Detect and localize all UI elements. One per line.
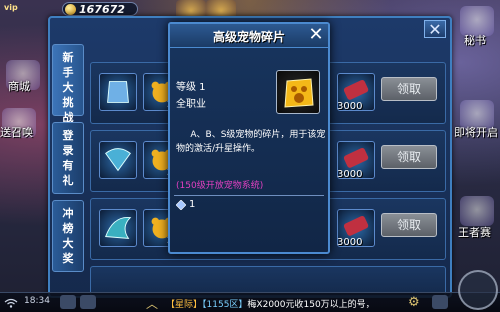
crystal-icon bbox=[176, 200, 186, 210]
bottom-hud: 18:34 ︿ 【星际】【1155区】梅X2000元收150万以上的号， ⚙ bbox=[0, 292, 500, 312]
chat-channel: 【星际】 bbox=[166, 300, 203, 310]
item-count: 3000 bbox=[337, 169, 363, 180]
item-level: 等级 1 bbox=[176, 82, 206, 93]
tab-label: 新手大挑战 bbox=[62, 51, 74, 124]
popup-title: 高级宠物碎片 bbox=[212, 30, 285, 44]
clock: 18:34 bbox=[24, 296, 50, 306]
fan-icon bbox=[105, 148, 131, 172]
item-detail-popup: 高级宠物碎片 ✕ 等级 1 全职业 A、B、S级宠物的碎片，用于该宠物的激活/升… bbox=[168, 22, 330, 254]
king-match-icon[interactable] bbox=[460, 196, 494, 226]
gear-icon[interactable]: ⚙ bbox=[408, 295, 420, 310]
chat-server: 【1155区】 bbox=[202, 300, 248, 310]
tab-newbie-challenge[interactable]: 新手大挑战 bbox=[52, 44, 84, 124]
joystick[interactable] bbox=[458, 270, 498, 310]
reward-item[interactable] bbox=[99, 209, 137, 247]
claim-button[interactable]: 领取 bbox=[381, 145, 437, 169]
crystal-count: 1 bbox=[189, 199, 196, 210]
item-icon-frame bbox=[276, 70, 320, 114]
item-unlock-note: (150级开放宠物系统) bbox=[176, 181, 264, 191]
armor-icon bbox=[107, 81, 129, 103]
tab-label: 登录有礼 bbox=[62, 129, 74, 187]
coming-soon-label: 即将开启 bbox=[454, 126, 498, 139]
item-job: 全职业 bbox=[176, 99, 206, 110]
pet-fragment-icon bbox=[284, 78, 314, 108]
gold-amount: 167672 bbox=[79, 3, 125, 16]
gold-coin-icon bbox=[65, 4, 76, 15]
chat-message: 2000元收150万以上的号， bbox=[262, 300, 375, 310]
wifi-icon bbox=[4, 298, 18, 308]
item-count: 3000 bbox=[337, 237, 363, 248]
divider bbox=[174, 195, 324, 196]
hud-button[interactable] bbox=[432, 295, 448, 309]
item-description: A、B、S级宠物的碎片，用于该宠物的激活/升星操作。 bbox=[176, 130, 326, 154]
item-count: 3000 bbox=[337, 101, 363, 112]
chat-line[interactable]: 【星际】【1155区】梅X2000元收150万以上的号， bbox=[166, 297, 375, 310]
popup-header: 高级宠物碎片 ✕ bbox=[170, 24, 328, 48]
reward-item[interactable] bbox=[99, 141, 137, 179]
tab-ranking-reward[interactable]: 冲榜大奖 bbox=[52, 200, 84, 272]
tab-label: 冲榜大奖 bbox=[62, 207, 74, 265]
tab-login-reward[interactable]: 登录有礼 bbox=[52, 122, 84, 194]
popup-close-button[interactable]: ✕ bbox=[306, 25, 326, 45]
event-close-button[interactable]: ✕ bbox=[424, 20, 446, 39]
gold-counter: 167672 bbox=[62, 2, 138, 16]
chevron-up-icon[interactable]: ︿ bbox=[146, 295, 158, 312]
secretary-label: 秘书 bbox=[464, 34, 486, 47]
hud-button[interactable] bbox=[60, 295, 76, 309]
vip-badge: vip bbox=[4, 3, 18, 12]
claim-button[interactable]: 领取 bbox=[381, 213, 437, 237]
hud-button[interactable] bbox=[80, 295, 96, 309]
shop-label: 商城 bbox=[8, 80, 30, 93]
wing-icon bbox=[105, 216, 132, 239]
chat-sender: 梅X bbox=[247, 300, 263, 310]
summon-label: 送召唤 bbox=[0, 126, 33, 139]
reward-item[interactable] bbox=[99, 73, 137, 111]
claim-button[interactable]: 领取 bbox=[381, 77, 437, 101]
king-match-label: 王者赛 bbox=[458, 226, 491, 239]
close-icon: ✕ bbox=[428, 20, 442, 39]
